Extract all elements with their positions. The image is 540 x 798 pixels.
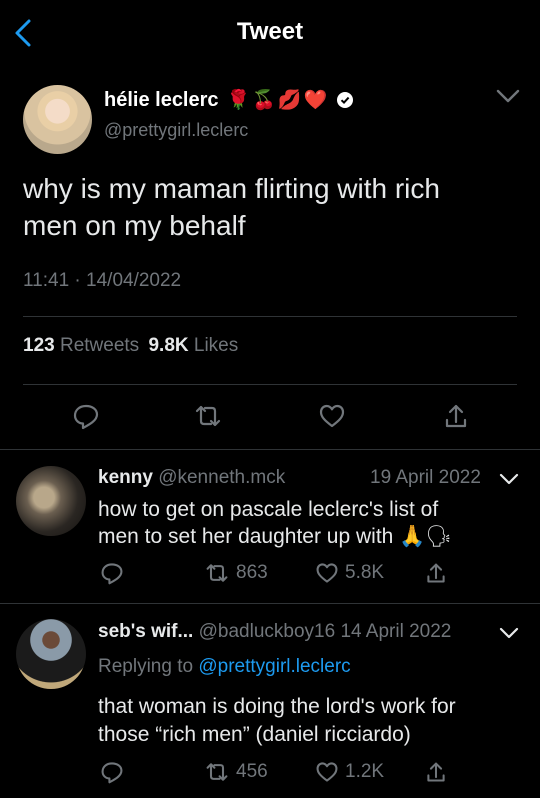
retweets-stat[interactable]: 123 Retweets bbox=[23, 335, 144, 356]
share-button[interactable] bbox=[443, 402, 469, 430]
likes-count: 9.8K bbox=[148, 335, 189, 356]
chevron-down-icon bbox=[496, 89, 520, 103]
reply-more-button[interactable] bbox=[498, 472, 520, 486]
heart-icon bbox=[316, 563, 338, 583]
timestamp[interactable]: 11:41 · 14/04/2022 bbox=[23, 270, 181, 292]
chevron-down-icon bbox=[499, 473, 519, 485]
divider bbox=[23, 384, 517, 385]
display-name[interactable]: hélie leclerc bbox=[104, 89, 219, 112]
reply-text-line: those “rich men” (daniel ricciardo) bbox=[98, 723, 411, 746]
reply-like-count: 1.2K bbox=[345, 761, 385, 782]
divider bbox=[0, 603, 540, 604]
retweets-count: 123 bbox=[23, 335, 55, 356]
page-title: Tweet bbox=[236, 18, 304, 45]
verified-icon bbox=[337, 92, 354, 108]
tweet-text: why is my maman flirting with rich men o… bbox=[23, 170, 440, 244]
reply-retweet-button[interactable]: 863 bbox=[204, 561, 268, 585]
divider bbox=[23, 316, 517, 317]
reply-text-line: how to get on pascale leclerc's list of bbox=[98, 498, 439, 521]
chevron-down-icon bbox=[499, 627, 519, 639]
reply-share-button[interactable] bbox=[425, 760, 447, 784]
reply-text: that woman is doing the lord's work for … bbox=[98, 693, 533, 749]
replying-to-handle[interactable]: @prettygirl.leclerc bbox=[198, 656, 350, 677]
reply-author-name[interactable]: seb's wif... bbox=[98, 621, 193, 642]
reply-avatar[interactable] bbox=[16, 466, 86, 536]
reply-reply-button[interactable] bbox=[100, 760, 124, 784]
avatar[interactable] bbox=[23, 85, 92, 154]
reply-date: 14 April 2022 bbox=[340, 621, 452, 642]
reply-retweet-count: 863 bbox=[236, 562, 268, 583]
tweet-date: 14/04/2022 bbox=[86, 270, 182, 291]
share-icon bbox=[445, 404, 467, 428]
heart-icon bbox=[316, 762, 338, 782]
reply-retweet-count: 456 bbox=[236, 761, 268, 782]
reply-text-line: men to set her daughter up with bbox=[98, 525, 394, 548]
retweet-icon bbox=[206, 763, 228, 781]
likes-label: Likes bbox=[193, 335, 239, 356]
retweet-icon bbox=[206, 564, 228, 582]
reply-button[interactable] bbox=[72, 402, 100, 430]
reply-reply-button[interactable] bbox=[100, 561, 124, 585]
share-icon bbox=[427, 762, 445, 782]
likes-stat[interactable]: 9.8K Likes bbox=[148, 335, 238, 356]
more-options-button[interactable] bbox=[494, 86, 522, 106]
tweet-time: 11:41 bbox=[23, 270, 70, 291]
tweet-stats: 123 Retweets 9.8K Likes bbox=[23, 335, 238, 357]
reply-avatar[interactable] bbox=[16, 619, 86, 689]
reply-like-button[interactable]: 1.2K bbox=[315, 760, 384, 784]
replying-to-label: Replying to bbox=[98, 656, 194, 677]
reply-like-button[interactable]: 5.8K bbox=[315, 561, 384, 585]
reply-like-count: 5.8K bbox=[345, 562, 385, 583]
retweets-label: Retweets bbox=[59, 335, 140, 356]
reply-share-button[interactable] bbox=[425, 561, 447, 585]
reply-retweet-button[interactable]: 456 bbox=[204, 760, 268, 784]
reply-text: how to get on pascale leclerc's list of … bbox=[98, 496, 528, 550]
reply-icon bbox=[73, 404, 99, 430]
reply-text-line: that woman is doing the lord's work for bbox=[98, 695, 456, 718]
share-icon bbox=[427, 563, 445, 583]
reply-icon bbox=[101, 762, 123, 784]
reply-author-handle[interactable]: @kenneth.mck bbox=[158, 467, 285, 488]
name-emojis: 🌹🍒💋❤️ bbox=[226, 90, 330, 111]
reply-author-handle[interactable]: @badluckboy16 bbox=[199, 621, 336, 642]
handle[interactable]: @prettygirl.leclerc bbox=[104, 120, 248, 141]
tweet-text-line: why is my maman flirting with rich bbox=[23, 173, 440, 204]
heart-icon bbox=[319, 404, 345, 428]
reply-date: 19 April 2022 bbox=[370, 467, 481, 488]
separator-dot: · bbox=[74, 270, 81, 291]
reply-more-button[interactable] bbox=[498, 626, 520, 640]
retweet-button[interactable] bbox=[193, 402, 223, 430]
like-button[interactable] bbox=[318, 402, 346, 430]
divider bbox=[0, 449, 540, 450]
reply-emojis: 🙏🗣 bbox=[399, 525, 452, 548]
reply-icon bbox=[101, 563, 123, 585]
reply-author-name[interactable]: kenny bbox=[98, 467, 153, 488]
tweet-text-line: men on my behalf bbox=[23, 210, 246, 241]
retweet-icon bbox=[195, 405, 221, 427]
